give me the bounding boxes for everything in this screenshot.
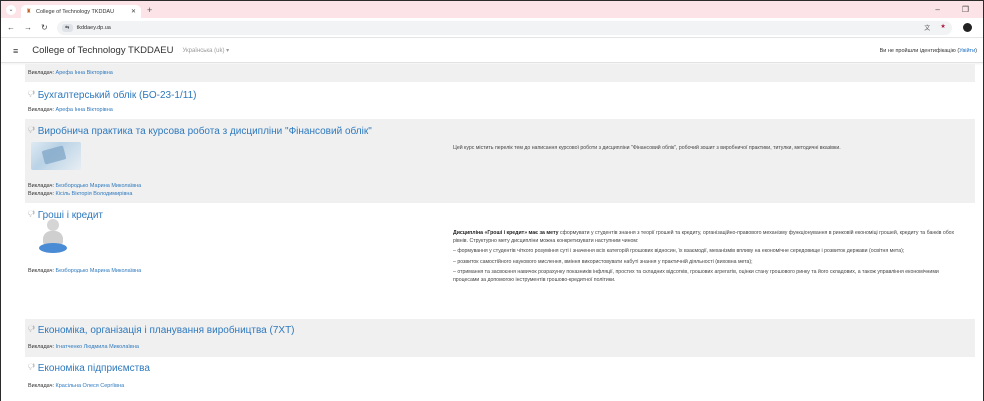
new-tab-icon[interactable]: +: [147, 5, 152, 15]
tab-strip: ⌄ ♜ College of Technology TKDDAU ✕ + – ❐: [1, 1, 983, 18]
course-teacher: Викладач: Безбородько Марина Миколаївна: [28, 268, 142, 274]
course-title[interactable]: 🖓 Бухгалтерський облік (БО-23-1/11): [28, 90, 196, 101]
course-icon: 🖓: [28, 91, 35, 98]
maximize-icon[interactable]: ❐: [962, 5, 969, 14]
site-info-icon[interactable]: ⇆: [61, 23, 73, 32]
course-icon: 🖓: [28, 127, 35, 134]
course-icon: 🖓: [28, 211, 35, 218]
minimize-icon[interactable]: –: [935, 5, 939, 14]
site-name[interactable]: College of Technology TKDDAEU: [32, 45, 173, 56]
course-icon: 🖓: [28, 326, 35, 333]
tab-title: College of Technology TKDDAU: [36, 8, 115, 15]
course-teacher: Викладач: Безбородько Марина Миколаївна: [28, 183, 142, 189]
teacher-link[interactable]: Арефа Інна Вікторівна: [56, 107, 113, 113]
language-menu[interactable]: Українська (uk) ▾: [182, 47, 229, 54]
course-item: 🖓 Виробнича практика та курсова робота з …: [25, 119, 975, 203]
profile-icon[interactable]: [962, 23, 972, 32]
summary-point: – отримання та засвоєння навичок розраху…: [453, 269, 939, 283]
course-teacher: Викладач: Кісіль Вікторія Володимирівна: [28, 191, 133, 197]
forward-icon[interactable]: →: [24, 23, 32, 32]
course-item: 🖓 Економіка, організація і планування вир…: [25, 319, 975, 357]
summary-point: – розвиток самостійного наукового мислен…: [453, 258, 753, 265]
teacher-link[interactable]: Арефа Інна Вікторівна: [56, 70, 113, 76]
course-summary: Цей курс містить перелік тем до написанн…: [453, 145, 841, 151]
course-item: Викладач: Арефа Інна Вікторівна: [25, 64, 975, 82]
login-link[interactable]: Увійти: [959, 48, 975, 54]
url-text: tkddaey.dp.ua: [76, 24, 111, 31]
reload-icon[interactable]: ↻: [41, 23, 48, 32]
course-item: 🖓 Бухгалтерський облік (БО-23-1/11) Викла…: [25, 82, 975, 119]
course-title[interactable]: 🖓 Економіка, організація і планування вир…: [28, 325, 295, 336]
bookmark-star-icon[interactable]: ★: [940, 23, 945, 32]
favicon-icon: ♜: [26, 8, 32, 15]
address-bar[interactable]: ⇆ tkddaey.dp.ua 文 ★: [56, 20, 952, 35]
course-summary: Дисципліна «Гроші і кредит» має за мету …: [453, 230, 965, 288]
browser-tab[interactable]: ♜ College of Technology TKDDAU ✕: [21, 5, 141, 18]
back-icon[interactable]: ←: [7, 23, 15, 32]
course-item: 🖓 Гроші і кредит Викладач: Безбородько Ма…: [25, 203, 975, 319]
browser-window: ⌄ ♜ College of Technology TKDDAU ✕ + – ❐…: [0, 0, 984, 401]
teacher-link[interactable]: Красільна Олеся Сергіївна: [56, 383, 125, 389]
course-image: [39, 219, 67, 257]
course-title[interactable]: 🖓 Економіка підприємства: [28, 363, 150, 374]
site-navbar: ≡ College of Technology TKDDAEU Українсь…: [1, 39, 983, 63]
teacher-link[interactable]: Кісіль Вікторія Володимирівна: [56, 191, 133, 197]
summary-intro: Дисципліна «Гроші і кредит» має за мету …: [453, 230, 955, 244]
translate-icon[interactable]: 文: [924, 23, 930, 32]
course-teacher: Викладач: Ігнатченко Людмила Миколаївна: [28, 344, 139, 350]
course-teacher: Викладач: Арефа Інна Вікторівна: [28, 70, 113, 76]
course-list: Викладач: Арефа Інна Вікторівна 🖓 Бухгалт…: [25, 64, 975, 395]
window-controls: – ❐: [935, 5, 983, 14]
course-teacher: Викладач: Красільна Олеся Сергіївна: [28, 383, 125, 389]
close-tab-icon[interactable]: ✕: [131, 8, 136, 15]
course-teacher: Викладач: Арефа Інна Вікторівна: [28, 107, 113, 113]
teacher-link[interactable]: Ігнатченко Людмила Миколаївна: [56, 344, 139, 350]
menu-toggle-icon[interactable]: ≡: [13, 46, 18, 56]
course-title[interactable]: 🖓 Виробнича практика та курсова робота з …: [28, 126, 372, 137]
browser-toolbar: ← → ↻ ⇆ tkddaey.dp.ua 文 ★: [1, 18, 983, 38]
teacher-link[interactable]: Безбородько Марина Миколаївна: [56, 268, 142, 274]
course-icon: 🖓: [28, 364, 35, 371]
course-item: 🖓 Економіка підприємства Викладач: Красіл…: [25, 357, 975, 395]
teacher-link[interactable]: Безбородько Марина Миколаївна: [56, 183, 142, 189]
login-info: Ви не пройшли ідентифікацію (Увійти): [879, 47, 977, 54]
summary-point: – формування у студентів чіткого розумін…: [453, 248, 905, 255]
tab-menu-icon[interactable]: ⌄: [6, 4, 16, 15]
course-image: [31, 142, 81, 170]
